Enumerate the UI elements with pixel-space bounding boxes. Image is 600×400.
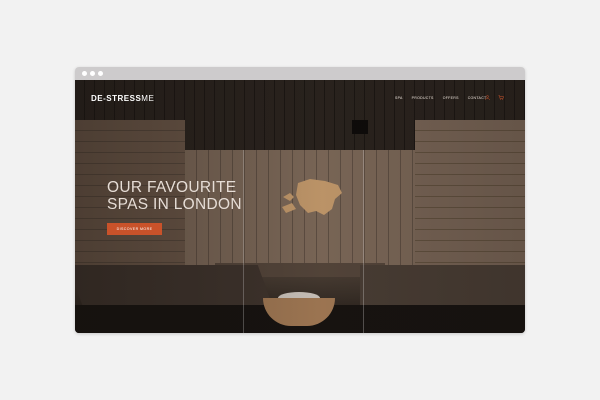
close-dot-icon[interactable] bbox=[82, 71, 87, 76]
hero-section: DE-STRESSME SPA PRODUCTS OFFERS CONTACT … bbox=[75, 80, 525, 333]
nav-item-spa[interactable]: SPA bbox=[395, 96, 403, 100]
logo-suffix: ME bbox=[141, 94, 155, 103]
discover-more-button[interactable]: DISCOVER MORE bbox=[107, 223, 162, 235]
main-nav: SPA PRODUCTS OFFERS CONTACT bbox=[395, 96, 486, 100]
hero-headline-line2: SPAS IN LONDON bbox=[107, 196, 242, 213]
browser-titlebar bbox=[75, 67, 525, 80]
nav-icons bbox=[485, 95, 504, 100]
hero-headline-line1: OUR FAVOURITE bbox=[107, 179, 237, 196]
browser-window: DE-STRESSME SPA PRODUCTS OFFERS CONTACT … bbox=[75, 67, 525, 333]
nav-item-offers[interactable]: OFFERS bbox=[443, 96, 459, 100]
hero-headline: OUR FAVOURITE SPAS IN LONDON bbox=[107, 179, 242, 213]
nav-item-contact[interactable]: CONTACT bbox=[468, 96, 487, 100]
user-icon[interactable] bbox=[485, 95, 490, 100]
nav-item-products[interactable]: PRODUCTS bbox=[412, 96, 434, 100]
cart-icon[interactable] bbox=[498, 95, 504, 100]
maximize-dot-icon[interactable] bbox=[98, 71, 103, 76]
logo-prefix: DE-STRESS bbox=[91, 94, 142, 103]
minimize-dot-icon[interactable] bbox=[90, 71, 95, 76]
site-logo[interactable]: DE-STRESSME bbox=[91, 94, 154, 103]
